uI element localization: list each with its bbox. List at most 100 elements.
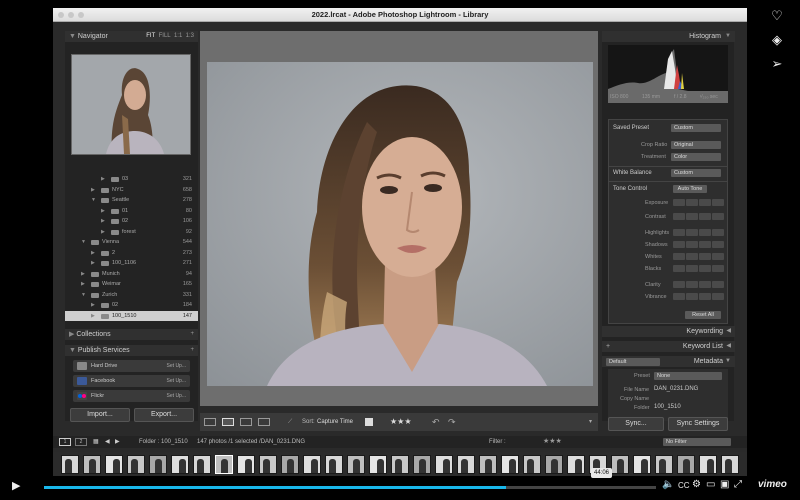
publish-facebook[interactable]: Facebook Set Up...	[73, 375, 190, 387]
treatment-dropdown[interactable]: Color	[671, 153, 721, 161]
filmstrip-thumbnail[interactable]	[281, 455, 299, 474]
progress-bar[interactable]	[44, 486, 656, 489]
filmstrip-thumbnail[interactable]	[633, 455, 651, 474]
folder-row[interactable]: ▶ 02 184	[65, 300, 198, 310]
quick-develop-step-button[interactable]	[712, 229, 724, 236]
rotate-left-icon[interactable]: ↶	[432, 413, 440, 431]
folder-row[interactable]: ▶ 100_1106 271	[65, 258, 198, 268]
disclosure-closed-icon[interactable]: ▶	[101, 174, 105, 184]
collections-header[interactable]: ▶ Collections +	[65, 329, 198, 340]
zoom-1-1[interactable]: 1:1	[174, 33, 182, 39]
quick-develop-step-button[interactable]	[699, 265, 711, 272]
grid-icon[interactable]: ▦	[93, 436, 99, 448]
loupe-view-icon[interactable]	[222, 418, 234, 426]
forward-arrow-icon[interactable]: ▶	[115, 436, 120, 448]
airplay-icon[interactable]: ▭	[706, 479, 715, 490]
filmstrip-thumbnail[interactable]	[721, 455, 739, 474]
histogram-chart[interactable]: ISO 800 135 mm f / 2.8 ¹⁄₂₅₀ sec	[608, 45, 728, 103]
quick-develop-step-button[interactable]	[712, 265, 724, 272]
filmstrip-thumbnail[interactable]	[523, 455, 541, 474]
filmstrip-thumbnail[interactable]	[677, 455, 695, 474]
quick-develop-step-button[interactable]	[712, 293, 724, 300]
filmstrip-thumbnail[interactable]	[611, 455, 629, 474]
disclosure-closed-icon[interactable]: ▶	[101, 227, 105, 237]
back-arrow-icon[interactable]: ◀	[105, 436, 110, 448]
quick-develop-step-button[interactable]	[686, 199, 698, 206]
metadata-preset-dropdown[interactable]: Default	[606, 358, 660, 366]
publish-services-header[interactable]: ▼ Publish Services +	[65, 345, 198, 356]
filmstrip-thumbnail[interactable]	[347, 455, 365, 474]
filmstrip-thumbnail[interactable]	[83, 455, 101, 474]
volume-icon[interactable]: 🔈	[662, 479, 674, 490]
disclosure-closed-icon[interactable]: ▶	[101, 206, 105, 216]
folder-row[interactable]: ▼ Zurich 331	[65, 290, 198, 300]
filmstrip-thumbnail[interactable]	[545, 455, 563, 474]
filmstrip-thumbnail[interactable]	[699, 455, 717, 474]
quick-develop-step-button[interactable]	[686, 213, 698, 220]
filmstrip-thumbnail[interactable]	[171, 455, 189, 474]
quick-develop-step-button[interactable]	[699, 253, 711, 260]
play-icon[interactable]: ▶	[12, 479, 20, 492]
captions-icon[interactable]: CC	[678, 481, 690, 490]
file-name-value[interactable]: DAN_0231.DNG	[654, 386, 698, 392]
setup-facebook[interactable]: Set Up...	[167, 375, 186, 387]
quick-develop-step-button[interactable]	[686, 241, 698, 248]
quick-develop-step-button[interactable]	[673, 281, 685, 288]
add-keyword-icon[interactable]: +	[606, 341, 610, 352]
sync-settings-button[interactable]: Sync Settings	[668, 417, 728, 431]
quick-develop-step-button[interactable]	[712, 281, 724, 288]
folder-row[interactable]: ▶ 100_1510 147	[65, 310, 198, 321]
setup-flickr[interactable]: Set Up...	[167, 390, 186, 402]
loupe-view[interactable]	[200, 31, 598, 406]
disclosure-open-icon[interactable]: ▼	[81, 290, 86, 300]
filmstrip-thumbnail[interactable]	[479, 455, 497, 474]
folder-row[interactable]: ▼ Seattle 278	[65, 195, 198, 205]
filmstrip-thumbnail[interactable]	[413, 455, 431, 474]
filmstrip-thumbnail[interactable]	[303, 455, 321, 474]
auto-tone-button[interactable]: Auto Tone	[673, 185, 707, 193]
filmstrip-thumbnail[interactable]	[61, 455, 79, 474]
page-1-button[interactable]: 1	[59, 438, 71, 446]
main-photo[interactable]	[207, 62, 593, 386]
import-button[interactable]: Import...	[70, 408, 130, 422]
navigator-header[interactable]: ▼ Navigator FIT FILL 1:1 1:3	[65, 31, 198, 42]
folder-row[interactable]: ▶ 2 273	[65, 248, 198, 258]
folder-row[interactable]: ▶ Weimar 165	[65, 279, 198, 289]
quick-develop-step-button[interactable]	[673, 213, 685, 220]
crop-ratio-dropdown[interactable]: Original	[671, 141, 721, 149]
filmstrip-thumbnail[interactable]	[369, 455, 387, 474]
disclosure-closed-icon[interactable]: ▶	[91, 311, 95, 321]
filmstrip-thumbnail[interactable]	[435, 455, 453, 474]
folder-row[interactable]: ▶ 02 106	[65, 216, 198, 226]
keyword-list-header[interactable]: + Keyword List ◀	[602, 341, 735, 352]
vimeo-logo[interactable]: vimeo	[758, 479, 787, 490]
keywording-header[interactable]: Keywording ◀	[602, 326, 735, 337]
folder-row[interactable]: ▶ Munich 94	[65, 269, 198, 279]
disclosure-closed-icon[interactable]: ▶	[91, 258, 95, 268]
disclosure-closed-icon[interactable]: ▶	[91, 300, 95, 310]
disclosure-closed-icon[interactable]: ▶	[91, 185, 95, 195]
histogram-header[interactable]: Histogram ▼	[602, 31, 735, 42]
reset-all-button[interactable]: Reset All	[685, 311, 721, 319]
quick-develop-step-button[interactable]	[712, 199, 724, 206]
filmstrip-thumbnail[interactable]	[501, 455, 519, 474]
quick-develop-step-button[interactable]	[673, 199, 685, 206]
quick-develop-step-button[interactable]	[686, 293, 698, 300]
quick-develop-step-button[interactable]	[699, 293, 711, 300]
filmstrip-thumbnail[interactable]	[193, 455, 211, 474]
filmstrip-thumbnail[interactable]	[457, 455, 475, 474]
disclosure-closed-icon[interactable]: ▶	[91, 248, 95, 258]
sort-dropdown[interactable]: Capture Time	[317, 413, 353, 431]
metadata-preset-value[interactable]: None	[654, 372, 722, 380]
share-icon[interactable]: ➢	[769, 56, 785, 72]
setup-hard-drive[interactable]: Set Up...	[167, 360, 186, 372]
quick-develop-step-button[interactable]	[712, 253, 724, 260]
quick-develop-step-button[interactable]	[712, 241, 724, 248]
fullscreen-icon[interactable]: ⤢	[734, 479, 742, 490]
heart-icon[interactable]: ♡	[769, 8, 785, 24]
disclosure-open-icon[interactable]: ▼	[81, 237, 86, 247]
pip-icon[interactable]: ▣	[720, 479, 729, 490]
folder-row[interactable]: ▶ 03 321	[65, 174, 198, 184]
filmstrip-thumbnail[interactable]	[567, 455, 585, 474]
add-collection-icon[interactable]: +	[190, 329, 194, 340]
